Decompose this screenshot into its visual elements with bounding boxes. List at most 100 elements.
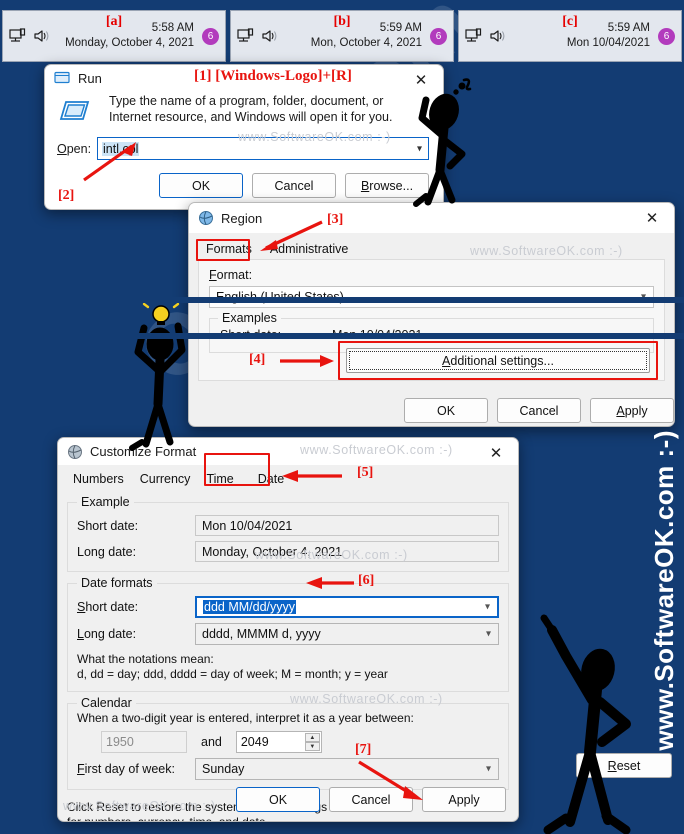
year-and-label: and	[201, 735, 222, 749]
customize-title: Customize Format	[90, 444, 197, 459]
clock-c-readout: 5:59 AM Mon 10/04/2021	[510, 21, 654, 51]
first-day-row: First day of week: Sunday ▾	[77, 758, 499, 780]
clock-b-date: Mon, October 4, 2021	[310, 37, 422, 49]
first-day-combobox[interactable]: Sunday ▾	[195, 758, 499, 780]
first-day-label: First day of week:	[77, 762, 175, 776]
screenshot-canvas: om OK [a] 5:58 AM	[0, 0, 684, 834]
taskbar-clock-row: [a] 5:58 AM Monday, October 4, 2021 6 [b…	[0, 10, 684, 62]
speaker-icon	[262, 30, 277, 42]
speaker-icon	[490, 30, 505, 42]
annotation-7-label: [7]	[355, 742, 372, 757]
formats-tab-highlight	[196, 239, 250, 261]
run-cancel-button[interactable]: Cancel	[252, 173, 336, 198]
notations-block: What the notations mean: d, dd = day; dd…	[77, 652, 499, 682]
region-dialog: Region ✕ Formats Administrative Format: …	[188, 202, 675, 427]
clock-a-readout: 5:58 AM Monday, October 4, 2021	[54, 21, 198, 51]
example-shortdate-label: Short date:	[77, 518, 139, 533]
annotation-5-label: [5]	[357, 465, 374, 480]
clock-c-time: 5:59 AM	[607, 22, 650, 34]
taskbar-clock-c[interactable]: [c] 5:59 AM Mon 10/04/2021 6	[458, 10, 682, 62]
clock-a-date: Monday, October 4, 2021	[65, 37, 194, 49]
run-window-icon	[54, 71, 70, 84]
close-icon[interactable]: ✕	[630, 203, 674, 233]
customize-ok-button[interactable]: OK	[236, 787, 320, 812]
network-icon	[237, 28, 254, 42]
customize-button-row: OK Cancel Apply	[236, 787, 506, 812]
customize-cancel-button[interactable]: Cancel	[329, 787, 413, 812]
longdate-format-label: Long date:	[77, 627, 137, 641]
customize-tabs: Numbers Currency Time Date	[58, 465, 518, 489]
reset-button[interactable]: Reset	[576, 753, 672, 778]
run-title: Run	[78, 70, 102, 86]
tab-currency[interactable]: Currency	[132, 469, 199, 489]
region-button-row: OK Cancel Apply	[404, 398, 674, 423]
example-shortdate-row: Short date: Mon 10/04/2021	[77, 515, 499, 536]
clock-b-time: 5:59 AM	[379, 22, 422, 34]
clock-b-notification-badge[interactable]: 6	[430, 27, 447, 45]
tray-icons-a	[9, 28, 50, 44]
speaker-icon	[34, 30, 49, 42]
example-group: Example Short date: Mon 10/04/2021 Long …	[67, 495, 509, 572]
chevron-down-icon[interactable]: ▾	[486, 764, 491, 775]
vertical-watermark: www.SoftwareOK.com :-)	[649, 430, 679, 751]
region-cancel-button[interactable]: Cancel	[497, 398, 581, 423]
example-shortdate-value: Mon 10/04/2021	[195, 515, 499, 536]
chevron-down-icon[interactable]: ▾	[417, 143, 422, 154]
run-dialog: Run ✕ Type the name of a program, folder…	[44, 64, 444, 210]
clock-c-notification-badge[interactable]: 6	[658, 27, 675, 45]
annotation-4-label: [4]	[249, 352, 266, 367]
year-range-row: 1950 and 2049 ▲ ▼	[77, 731, 499, 753]
first-day-value: Sunday	[202, 762, 245, 776]
annotation-1-label: [1] [Windows-Logo]+[R]	[194, 68, 352, 84]
chevron-down-icon[interactable]: ▾	[486, 629, 491, 640]
calendar-group: Calendar When a two-digit year is entere…	[67, 696, 509, 790]
stick-figure-pointing	[540, 614, 631, 834]
run-ok-button[interactable]: OK	[159, 173, 243, 198]
example-longdate-row: Long date: Monday, October 4, 2021	[77, 541, 499, 562]
shortdate-format-row: Short date: ddd MM/dd/yyyy ▾	[77, 596, 499, 618]
taskbar-clock-a[interactable]: [a] 5:58 AM Monday, October 4, 2021 6	[2, 10, 226, 62]
run-open-value: intl.cpl	[102, 141, 140, 156]
run-body: Type the name of a program, folder, docu…	[45, 91, 443, 198]
notations-title: What the notations mean:	[77, 652, 214, 666]
clock-a-time: 5:58 AM	[151, 22, 194, 34]
longdate-format-combobox[interactable]: dddd, MMMM d, yyyy ▾	[195, 623, 499, 645]
run-open-row: Open: intl.cpl ▾	[57, 137, 429, 160]
region-apply-button[interactable]: Apply	[590, 398, 674, 423]
region-globe-icon	[199, 211, 213, 225]
shortdate-format-combobox[interactable]: ddd MM/dd/yyyy ▾	[195, 596, 499, 618]
notations-body: d, dd = day; ddd, dddd = day of week; M …	[77, 667, 388, 681]
composite-seam-1	[0, 297, 684, 303]
run-button-row: OK Cancel Browse...	[57, 173, 429, 198]
run-browse-button[interactable]: Browse...	[345, 173, 429, 198]
region-tabs: Formats Administrative	[189, 233, 674, 259]
chevron-down-icon[interactable]: ▾	[485, 602, 490, 613]
region-globe-icon	[68, 444, 82, 459]
tray-icons-c	[465, 28, 506, 44]
year-stepper[interactable]: ▲ ▼	[304, 733, 320, 751]
region-examples-legend: Examples	[218, 311, 281, 325]
composite-seam-2	[0, 333, 684, 339]
tray-icons-b	[237, 28, 278, 44]
clock-c-date: Mon 10/04/2021	[566, 37, 650, 49]
run-description: Type the name of a program, folder, docu…	[109, 94, 393, 124]
tab-numbers[interactable]: Numbers	[65, 469, 132, 489]
stepper-down-icon[interactable]: ▼	[304, 742, 320, 751]
example-longdate-label: Long date:	[77, 544, 137, 559]
clock-a-label: [a]	[105, 14, 123, 29]
taskbar-clock-b[interactable]: [b] 5:59 AM Mon, October 4, 2021 6	[230, 10, 454, 62]
date-formats-legend: Date formats	[77, 576, 157, 590]
region-ok-button[interactable]: OK	[404, 398, 488, 423]
close-icon[interactable]: ✕	[474, 438, 518, 468]
run-open-input[interactable]: intl.cpl ▾	[97, 137, 429, 160]
stepper-up-icon[interactable]: ▲	[304, 733, 320, 742]
longdate-format-row: Long date: dddd, MMMM d, yyyy ▾	[77, 623, 499, 645]
clock-a-notification-badge[interactable]: 6	[202, 27, 219, 45]
example-longdate-value: Monday, October 4, 2021	[195, 541, 499, 562]
year-to-input[interactable]: 2049 ▲ ▼	[235, 731, 322, 753]
shortdate-format-label: Short date:	[77, 600, 139, 614]
tab-administrative[interactable]: Administrative	[261, 239, 358, 259]
customize-apply-button[interactable]: Apply	[422, 787, 506, 812]
run-big-icon	[57, 97, 91, 130]
region-titlebar: Region ✕	[189, 203, 674, 233]
